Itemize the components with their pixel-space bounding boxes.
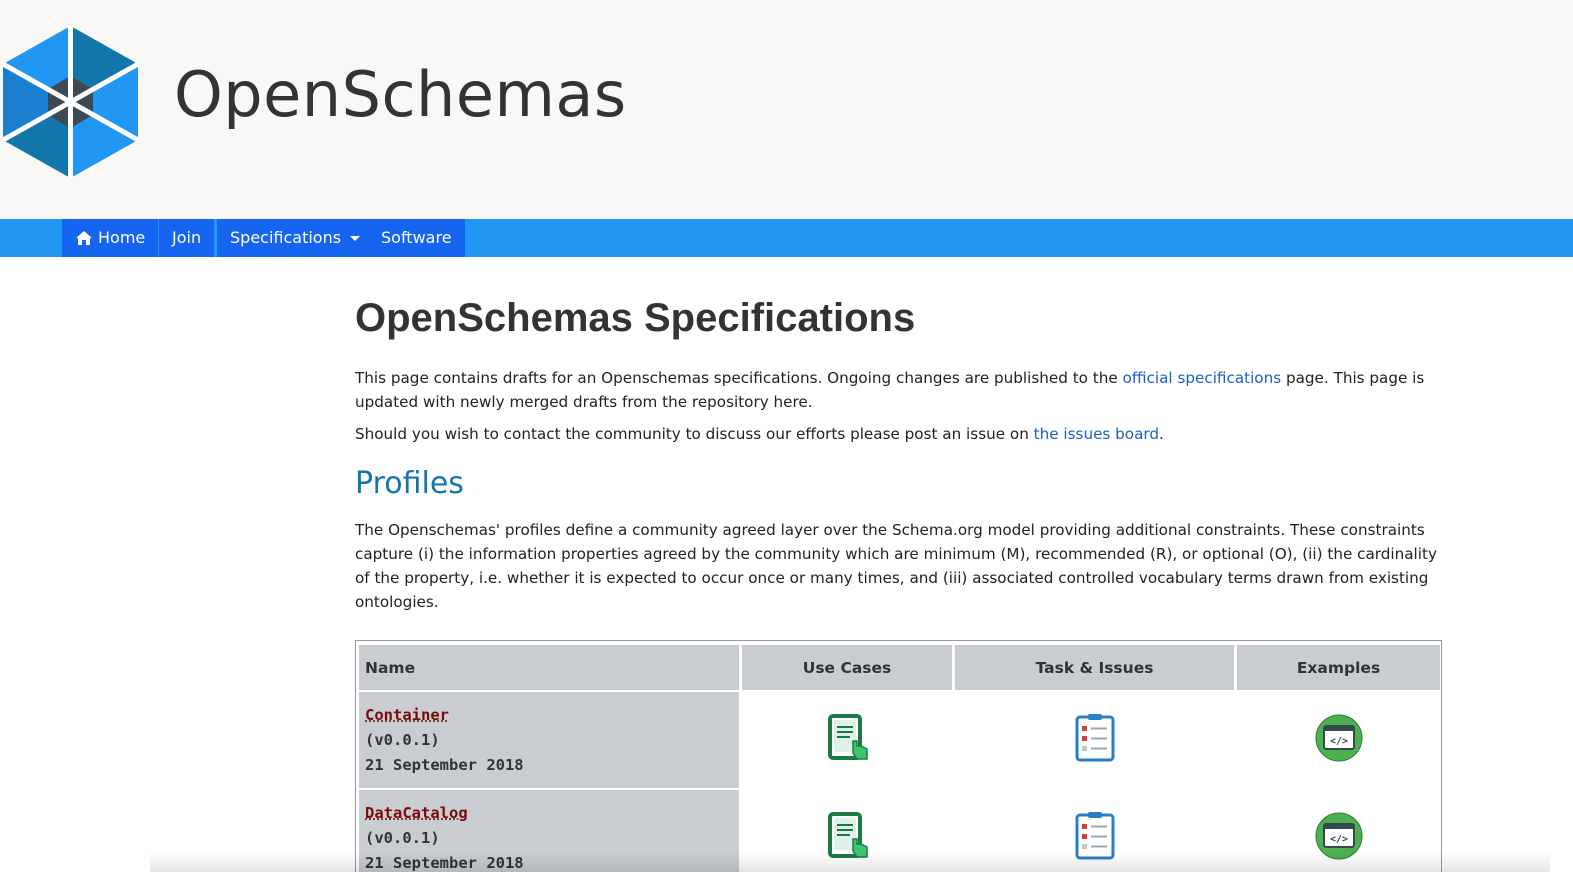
nav-item-label: Join xyxy=(172,228,202,247)
task-issues-icon[interactable] xyxy=(1071,713,1119,763)
profiles-heading: Profiles xyxy=(355,466,464,501)
profile-name-cell: Container (v0.0.1) 21 September 2018 xyxy=(359,692,739,788)
nav-item-specifications[interactable]: Specifications xyxy=(217,219,374,257)
profile-link-datacatalog[interactable]: DataCatalog xyxy=(365,801,739,826)
intro-paragraph: This page contains drafts for an Opensch… xyxy=(355,366,1445,414)
nav-item-software[interactable]: Software xyxy=(368,219,465,257)
contact-text-end: . xyxy=(1159,425,1164,443)
column-header-name: Name xyxy=(359,645,739,690)
use-cases-cell xyxy=(742,790,952,872)
issues-board-link[interactable]: the issues board xyxy=(1034,425,1159,443)
column-header-use-cases: Use Cases xyxy=(742,645,952,690)
column-header-task-issues: Task & Issues xyxy=(955,645,1234,690)
top-navbar: Home Join Specifications Software xyxy=(0,219,1573,257)
page-title: OpenSchemas Specifications xyxy=(355,296,916,340)
task-issues-icon[interactable] xyxy=(1071,811,1119,861)
nav-item-home[interactable]: Home xyxy=(62,219,159,257)
profile-link-container[interactable]: Container xyxy=(365,703,739,728)
profiles-description: The Openschemas' profiles define a commu… xyxy=(355,521,1437,611)
contact-paragraph: Should you wish to contact the community… xyxy=(355,422,1445,446)
examples-cell: </> xyxy=(1237,790,1440,872)
svg-text:</>: </> xyxy=(1329,736,1347,747)
column-header-examples: Examples xyxy=(1237,645,1440,690)
site-brand-title[interactable]: OpenSchemas xyxy=(174,58,627,131)
examples-code-icon[interactable]: </> xyxy=(1315,811,1363,861)
profiles-table: Name Use Cases Task & Issues Examples Co… xyxy=(355,640,1442,872)
caret-down-icon xyxy=(350,235,361,241)
examples-code-icon[interactable]: </> xyxy=(1315,713,1363,763)
contact-text: Should you wish to contact the community… xyxy=(355,425,1034,443)
task-issues-cell xyxy=(955,692,1234,788)
nav-item-label: Specifications xyxy=(230,228,342,247)
use-cases-cell xyxy=(742,692,952,788)
use-cases-icon[interactable] xyxy=(823,811,871,861)
main-content: OpenSchemas Specifications This page con… xyxy=(355,294,1445,614)
site-header: OpenSchemas xyxy=(0,0,1573,219)
svg-text:</>: </> xyxy=(1329,834,1347,845)
task-issues-cell xyxy=(955,790,1234,872)
profile-name-cell: DataCatalog (v0.0.1) 21 September 2018 xyxy=(359,790,739,872)
table-row: DataCatalog (v0.0.1) 21 September 2018 <… xyxy=(359,790,1440,872)
profile-date: 21 September 2018 xyxy=(365,755,524,774)
table-header-row: Name Use Cases Task & Issues Examples xyxy=(359,645,1440,690)
nav-item-label: Software xyxy=(381,228,452,247)
nav-item-label: Home xyxy=(98,228,146,247)
profile-version: (v0.0.1) xyxy=(365,730,440,749)
nav-item-join[interactable]: Join xyxy=(159,219,215,257)
hexagon-logo-icon[interactable] xyxy=(3,26,138,178)
profile-version: (v0.0.1) xyxy=(365,828,440,847)
home-icon xyxy=(76,231,92,245)
use-cases-icon[interactable] xyxy=(823,713,871,763)
examples-cell: </> xyxy=(1237,692,1440,788)
intro-text: This page contains drafts for an Opensch… xyxy=(355,369,1123,387)
profile-date: 21 September 2018 xyxy=(365,853,524,872)
official-specifications-link[interactable]: official specifications xyxy=(1123,369,1282,387)
table-row: Container (v0.0.1) 21 September 2018 </> xyxy=(359,692,1440,788)
